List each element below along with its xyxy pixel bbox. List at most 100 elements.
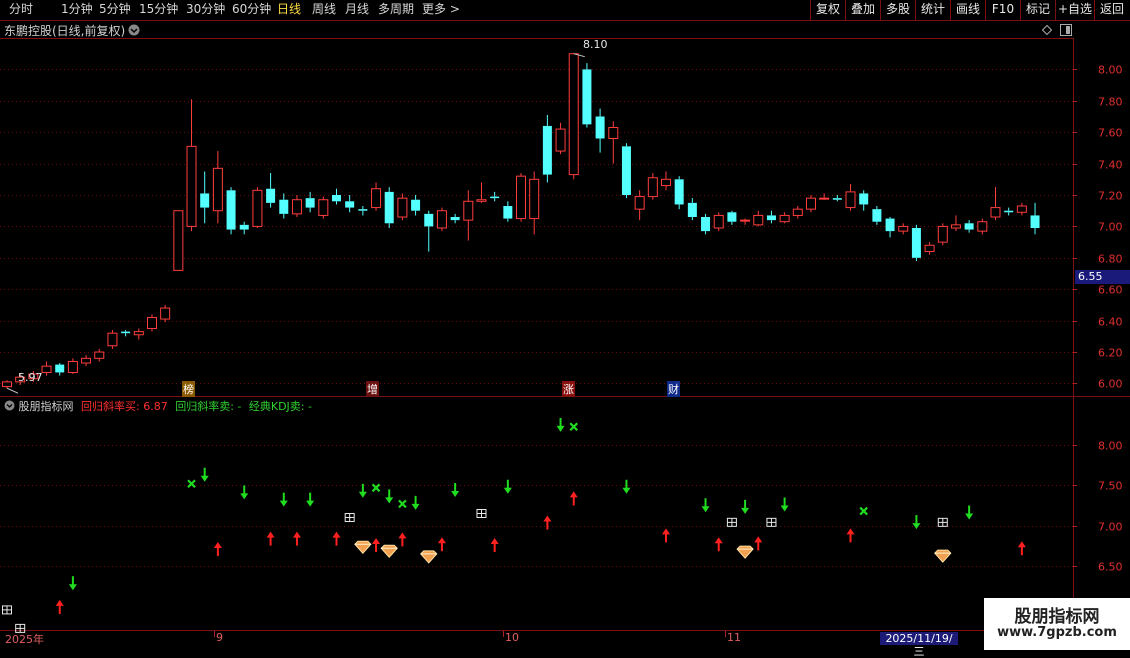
price-axis: 8.00 7.80 7.60 7.40 7.20 7.00 6.80 6.60 6.40 6.20… — [1073, 64, 1123, 574]
diamond-icon[interactable] — [1042, 25, 1052, 35]
candle — [450, 213, 460, 224]
candle — [542, 114, 552, 183]
chevron-down-icon[interactable] — [128, 24, 140, 36]
candle-body-up — [819, 197, 830, 200]
draw-line-button[interactable]: 画线 — [950, 0, 985, 20]
candle-body-down — [727, 212, 737, 222]
indicator-signals — [2, 417, 1026, 633]
candle — [529, 171, 540, 235]
event-marker-finance[interactable]: 财 — [667, 381, 680, 397]
candle-body-up — [924, 244, 935, 253]
tab-5min[interactable]: 5分钟 — [99, 0, 131, 20]
event-marker-increase[interactable]: 增 — [366, 381, 379, 397]
indicator-header: 股朋指标网 回归斜率买: 6.87 回归斜率卖: - 经典KDJ卖: - — [4, 398, 312, 414]
candle-body-up — [107, 332, 118, 347]
candle — [621, 143, 631, 199]
arrow-head — [398, 532, 407, 539]
candle-body-up — [753, 214, 764, 226]
multi-stock-button[interactable]: 多股 — [880, 0, 915, 20]
sell-arrow — [385, 489, 394, 504]
chevron-down-icon[interactable] — [4, 400, 15, 411]
add-watchlist-button[interactable]: +自选 — [1055, 0, 1094, 20]
candle-body-down — [885, 218, 895, 232]
candle-body-up — [713, 214, 724, 229]
y-tick-label: 7.40 — [1098, 159, 1123, 172]
indicator-name[interactable]: 股朋指标网 — [19, 400, 74, 413]
window-toggle-icon[interactable] — [1060, 24, 1072, 36]
candle-body-up — [160, 307, 171, 320]
arrow-head — [411, 503, 420, 510]
candle-body-down — [358, 209, 368, 211]
box-inner — [727, 518, 737, 527]
date-axis — [214, 631, 726, 637]
candle — [212, 151, 223, 224]
back-button[interactable]: 返回 — [1094, 0, 1129, 20]
tab-1min[interactable]: 1分钟 — [61, 0, 93, 20]
event-marker-limit-up[interactable]: 涨 — [562, 381, 575, 397]
cross-mark — [859, 506, 868, 516]
candle-body-up — [146, 316, 157, 329]
candle-body-down — [121, 331, 131, 334]
arrow-head — [780, 505, 789, 512]
event-marker-list[interactable]: 榜 — [182, 381, 195, 397]
sell-arrow — [411, 495, 420, 510]
sell-arrow — [306, 492, 315, 507]
sell-arrow — [68, 576, 77, 591]
candle — [358, 206, 368, 216]
candle — [727, 210, 737, 225]
tab-intraday[interactable]: 分时 — [9, 0, 33, 20]
candle — [503, 201, 513, 222]
tab-weekly[interactable]: 周线 — [312, 0, 336, 20]
arrow-head — [965, 513, 974, 520]
tab-daily[interactable]: 日线 — [277, 0, 301, 20]
tab-60min[interactable]: 60分钟 — [232, 0, 271, 20]
tab-30min[interactable]: 30分钟 — [186, 0, 225, 20]
candle-body-up — [568, 53, 579, 176]
date-label-year: 2025年 — [5, 633, 44, 646]
candle-body-down — [542, 125, 552, 175]
kdj-cross — [187, 479, 196, 489]
kdj-cross — [398, 499, 407, 509]
arrow-head — [662, 528, 670, 535]
box-inner — [2, 605, 12, 614]
overlay-button[interactable]: 叠加 — [845, 0, 880, 20]
candle — [805, 195, 816, 213]
candle — [595, 108, 605, 153]
arrow-head — [490, 538, 499, 545]
candle-body-up — [950, 224, 961, 229]
tab-more[interactable]: 更多 > — [422, 0, 460, 20]
arrow-head — [701, 506, 710, 513]
tab-multi-period[interactable]: 多周期 — [378, 0, 414, 20]
candle-body-down — [701, 217, 711, 232]
tab-monthly[interactable]: 月线 — [345, 0, 369, 20]
kline-chart[interactable]: 8.00 7.80 7.60 7.40 7.20 7.00 6.80 6.60 6.40 6.20… — [0, 21, 1130, 650]
tab-15min[interactable]: 15分钟 — [139, 0, 178, 20]
arrow-head — [437, 537, 446, 544]
sell-arrow — [622, 479, 631, 494]
candle — [661, 171, 671, 191]
cross-mark — [187, 479, 196, 489]
candle-body-up — [516, 175, 527, 220]
f10-button[interactable]: F10 — [985, 0, 1020, 20]
arrow-head — [385, 497, 394, 504]
candle-body-up — [476, 199, 487, 202]
candle-body-up — [779, 214, 790, 223]
mark-button[interactable]: 标记 — [1020, 0, 1055, 20]
restore-rights-button[interactable]: 复权 — [810, 0, 845, 20]
statistics-button[interactable]: 统计 — [915, 0, 950, 20]
candle — [740, 218, 751, 225]
low-price-label: 5.97 — [18, 371, 43, 384]
candle-body-up — [252, 189, 263, 227]
panel-title: 东鹏控股(日线,前复权) — [4, 24, 126, 38]
candle — [568, 53, 579, 180]
buy-arrow — [543, 515, 552, 530]
ind-tick-label: 6.50 — [1098, 561, 1123, 574]
arrow-head — [240, 493, 249, 500]
buy-arrow — [332, 531, 341, 546]
candle — [859, 190, 869, 211]
candle — [516, 173, 527, 222]
candle-body-down — [55, 364, 65, 373]
candle-body-down — [582, 69, 592, 125]
candle — [1004, 207, 1014, 216]
candle-body-down — [687, 202, 697, 217]
